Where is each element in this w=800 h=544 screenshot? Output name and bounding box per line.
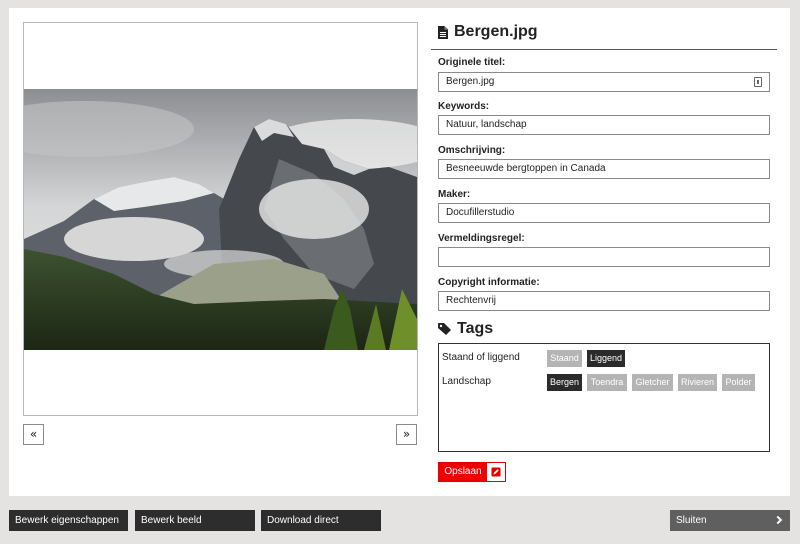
edit-properties-button[interactable]: Bewerk eigenschappen bbox=[9, 510, 128, 531]
edit-image-button[interactable]: Bewerk beeld bbox=[135, 510, 255, 531]
close-button-label: Sluiten bbox=[676, 515, 707, 526]
title-divider bbox=[431, 49, 777, 50]
chevron-right-icon bbox=[773, 515, 783, 525]
copyright-label: Copyright informatie: bbox=[438, 277, 540, 288]
credit-line-field[interactable] bbox=[438, 247, 770, 267]
description-field[interactable]: Besneeuwde bergtoppen in Canada bbox=[438, 159, 770, 179]
media-detail-dialog: « » Bergen.jpg Originele titel: Bergen.j… bbox=[9, 8, 790, 496]
maker-label: Maker: bbox=[438, 189, 471, 200]
save-button-label: Opslaan bbox=[439, 463, 487, 481]
download-direct-button[interactable]: Download direct bbox=[261, 510, 381, 531]
lock-icon bbox=[754, 77, 762, 87]
file-icon bbox=[438, 25, 448, 39]
original-title-field[interactable]: Bergen.jpg bbox=[438, 72, 770, 92]
description-label: Omschrijving: bbox=[438, 145, 506, 156]
tag-gletcher[interactable]: Gletcher bbox=[632, 374, 673, 391]
tag-bergen[interactable]: Bergen bbox=[547, 374, 582, 391]
file-title: Bergen.jpg bbox=[438, 21, 538, 43]
tag-liggend[interactable]: Liggend bbox=[587, 350, 625, 367]
tag-toendra[interactable]: Toendra bbox=[587, 374, 627, 391]
close-button[interactable]: Sluiten bbox=[670, 510, 790, 531]
save-button[interactable]: Opslaan bbox=[438, 462, 506, 482]
tag-polder[interactable]: Polder bbox=[722, 374, 755, 391]
file-title-text: Bergen.jpg bbox=[454, 23, 538, 40]
previous-image-button[interactable]: « bbox=[23, 424, 44, 445]
copyright-field[interactable]: Rechtenvrij bbox=[438, 291, 770, 311]
credit-line-label: Vermeldingsregel: bbox=[438, 233, 525, 244]
image-preview bbox=[23, 22, 418, 416]
tag-group-landscape-label: Landschap bbox=[442, 376, 491, 387]
mountain-photo bbox=[24, 89, 417, 350]
tag-rivieren[interactable]: Rivieren bbox=[678, 374, 717, 391]
original-title-value: Bergen.jpg bbox=[446, 76, 495, 87]
tag-staand[interactable]: Staand bbox=[547, 350, 582, 367]
tag-icon bbox=[438, 323, 451, 335]
maker-field[interactable]: Docufillerstudio bbox=[438, 203, 770, 223]
tags-panel: Staand of liggend Staand Liggend Landsch… bbox=[438, 343, 770, 452]
edit-icon bbox=[487, 463, 505, 481]
tags-title: Tags bbox=[457, 320, 494, 337]
original-title-label: Originele titel: bbox=[438, 57, 506, 68]
keywords-field[interactable]: Natuur, landschap bbox=[438, 115, 770, 135]
tags-heading: Tags bbox=[438, 320, 493, 338]
keywords-label: Keywords: bbox=[438, 101, 490, 112]
tag-group-orientation-label: Staand of liggend bbox=[442, 352, 520, 363]
next-image-button[interactable]: » bbox=[396, 424, 417, 445]
